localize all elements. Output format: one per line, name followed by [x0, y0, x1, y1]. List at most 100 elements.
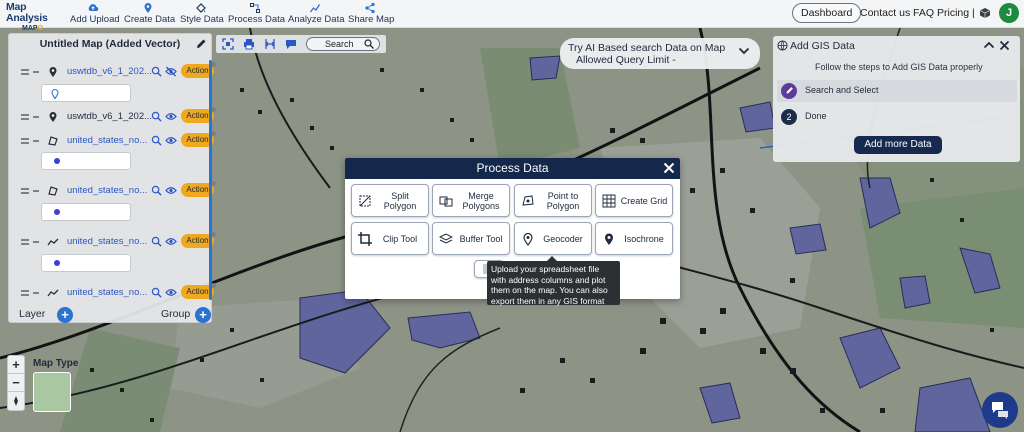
map-pin-icon	[144, 3, 152, 14]
zoom-to-layer-icon[interactable]	[151, 236, 162, 247]
close-icon[interactable]	[999, 40, 1010, 51]
color-dot	[54, 209, 60, 215]
eye-icon[interactable]	[165, 236, 177, 247]
layer-style-swatch[interactable]	[41, 203, 131, 221]
chat-icon	[992, 402, 1008, 419]
add-more-data-button[interactable]: Add more Data	[854, 136, 942, 154]
comment-icon[interactable]	[285, 38, 297, 50]
polygon-layer-icon	[48, 186, 58, 196]
geocoder-icon	[523, 232, 533, 246]
drag-handle-icon[interactable]	[21, 186, 43, 196]
close-icon[interactable]	[663, 162, 675, 174]
layer-name[interactable]: united_states_no...	[67, 135, 147, 146]
globe-icon	[777, 40, 788, 51]
nav-add-upload[interactable]: Add Upload	[70, 2, 120, 26]
map-type-thumbnail[interactable]	[33, 372, 71, 412]
map-search-button[interactable]: Search	[306, 37, 380, 51]
zoom-to-layer-icon[interactable]	[151, 66, 162, 77]
layer-style-swatch[interactable]	[41, 84, 131, 102]
reset-view-button[interactable]	[8, 392, 24, 410]
step-label: Done	[805, 111, 827, 121]
nav-style-data[interactable]: Style Data	[180, 2, 224, 26]
layer-row[interactable]: united_states_no... Action	[17, 232, 216, 249]
compass-icon	[14, 396, 18, 406]
layer-name[interactable]: uswtdb_v6_1_202...	[67, 111, 152, 122]
geocoder-button[interactable]: Geocoder	[514, 222, 592, 255]
faq-link[interactable]: FAQ	[913, 7, 934, 19]
create-grid-button[interactable]: Create Grid	[595, 184, 673, 217]
zoom-to-layer-icon[interactable]	[151, 135, 162, 146]
point-to-polygon-button[interactable]: Point to Polygon	[514, 184, 592, 217]
layer-row[interactable]: united_states_no... Action	[17, 131, 216, 148]
layer-row[interactable]: united_states_no... Action	[17, 283, 216, 300]
zoom-to-layer-icon[interactable]	[151, 287, 162, 298]
ai-search-bar[interactable]: Try AI Based search Data on Map Allowed …	[560, 38, 760, 69]
clip-tool-button[interactable]: Clip Tool	[351, 222, 429, 255]
layer-name[interactable]: united_states_no...	[67, 287, 147, 298]
isochrone-button[interactable]: Isochrone	[595, 222, 673, 255]
zoom-to-layer-icon[interactable]	[151, 185, 162, 196]
merge-polygons-button[interactable]: Merge Polygons	[432, 184, 510, 217]
nav-create-data[interactable]: Create Data	[124, 2, 176, 26]
add-group-button[interactable]: +	[195, 307, 211, 323]
eye-icon[interactable]	[165, 185, 177, 196]
contact-us-link[interactable]: Contact us	[860, 7, 910, 19]
add-layer-button[interactable]: +	[57, 307, 73, 323]
drag-handle-icon[interactable]	[21, 136, 43, 146]
layer-name[interactable]: uswtdb_v6_1_202...	[67, 66, 152, 77]
layer-name[interactable]: united_states_no...	[67, 185, 147, 196]
layer-label: Layer	[19, 308, 46, 320]
nav-analyze-data[interactable]: Analyze Data	[288, 2, 345, 26]
zoom-to-layer-icon[interactable]	[151, 111, 162, 122]
drag-handle-icon[interactable]	[21, 288, 43, 298]
chat-widget-button[interactable]	[982, 392, 1018, 428]
drag-handle-icon[interactable]	[21, 237, 43, 247]
isochrone-icon	[605, 233, 613, 245]
drag-handle-icon[interactable]	[21, 67, 43, 77]
nav-process-data[interactable]: Process Data	[228, 2, 285, 26]
layer-row[interactable]: united_states_no... Action	[17, 181, 216, 198]
chevron-up-icon[interactable]	[983, 40, 995, 50]
user-avatar[interactable]: J	[999, 3, 1019, 23]
chevron-down-icon[interactable]	[738, 46, 750, 56]
eye-icon[interactable]	[165, 111, 177, 122]
zoom-in-button[interactable]: +	[8, 356, 24, 374]
eye-icon[interactable]	[165, 135, 177, 146]
buffer-tool-button[interactable]: Buffer Tool	[432, 222, 510, 255]
layer-style-swatch[interactable]	[41, 254, 131, 272]
gis-panel-subtitle: Follow the steps to Add GIS Data properl…	[815, 62, 983, 72]
eye-icon[interactable]	[165, 287, 177, 298]
measure-icon[interactable]	[264, 38, 276, 50]
nav-share-map[interactable]: Share Map	[348, 2, 394, 26]
tool-label: Isochrone	[624, 233, 664, 244]
cube-icon[interactable]	[979, 7, 991, 19]
share-icon	[365, 2, 375, 14]
split-polygon-button[interactable]: Split Polygon	[351, 184, 429, 217]
layer-row[interactable]: uswtdb_v6_1_202... Action	[17, 62, 216, 79]
layer-name[interactable]: united_states_no...	[67, 236, 147, 247]
layer-style-swatch[interactable]	[41, 152, 131, 170]
cloud-upload-icon	[88, 4, 99, 12]
eye-off-icon[interactable]	[165, 66, 177, 77]
geocoder-tooltip: Upload your spreadsheet file with addres…	[487, 256, 620, 306]
drag-handle-icon[interactable]	[21, 112, 43, 122]
process-icon	[250, 3, 260, 13]
tool-label: Point to Polygon	[546, 190, 580, 211]
app-logo[interactable]: Map Analysis MAPO	[6, 2, 68, 33]
zoom-out-button[interactable]: −	[8, 374, 24, 392]
map-pin-icon	[51, 89, 59, 99]
step-done[interactable]: 2 Done	[777, 106, 1017, 128]
print-icon[interactable]	[243, 38, 255, 50]
edit-pencil-icon[interactable]	[195, 38, 207, 50]
layer-row[interactable]: uswtdb_v6_1_202... Action	[17, 107, 216, 124]
gis-panel-header: Add GIS Data	[777, 40, 855, 52]
search-icon	[364, 39, 374, 49]
nav-label: Style Data	[180, 14, 224, 25]
step-search-and-select[interactable]: Search and Select	[777, 80, 1017, 102]
fullscreen-icon[interactable]	[222, 38, 234, 50]
map-type-control[interactable]: Map Type	[33, 358, 78, 412]
pricing-link[interactable]: Pricing |	[937, 7, 975, 19]
nav-label: Create Data	[124, 14, 176, 25]
dashboard-button[interactable]: Dashboard	[792, 3, 862, 23]
layers-scrollbar[interactable]	[209, 60, 212, 300]
